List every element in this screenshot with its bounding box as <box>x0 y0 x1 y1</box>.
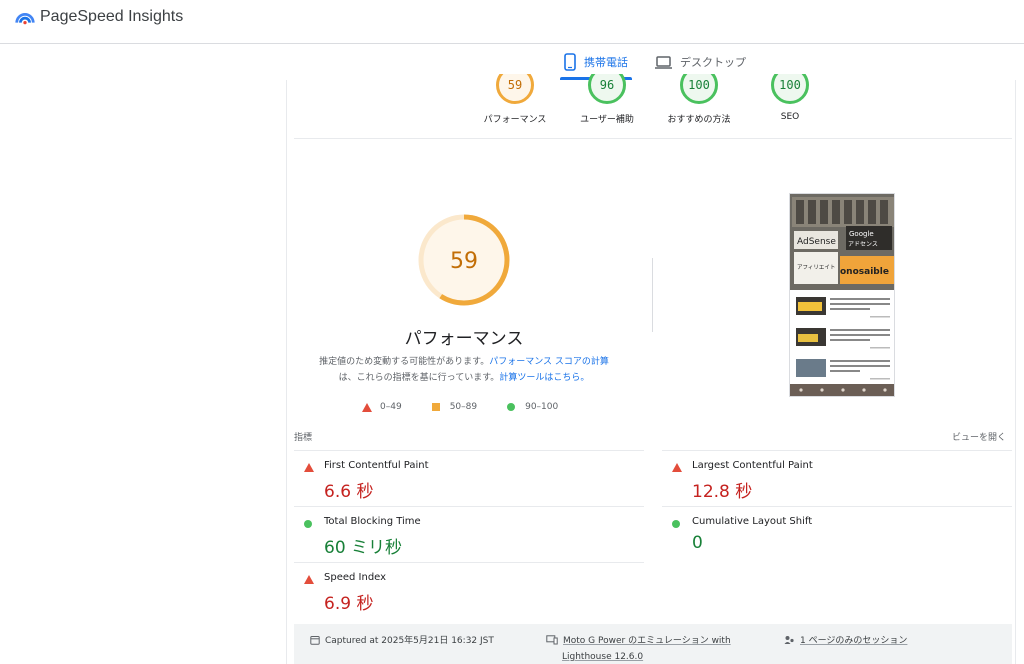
desc-text: は、これらの指標を基に行っています。 <box>338 373 500 383</box>
thumbnail-image: AdSense Google アドセンス アフィリエイト onosaible <box>790 194 894 396</box>
captured-info: Captured at 2025年5月21日 16:32 JST <box>310 633 494 646</box>
tab-mobile-label: 携帯電話 <box>584 56 628 69</box>
metric-speed-index[interactable]: Speed Index 6.9 秒 <box>294 562 644 618</box>
summary-divider <box>294 138 1012 139</box>
thumb-text: アフィリエイト <box>797 264 835 271</box>
page-screenshot-thumbnail[interactable]: AdSense Google アドセンス アフィリエイト onosaible <box>789 193 895 397</box>
metric-value: 12.8 秒 <box>692 482 753 502</box>
metric-value: 6.9 秒 <box>324 594 374 614</box>
metric-fcp[interactable]: First Contentful Paint 6.6 秒 <box>294 450 644 506</box>
circle-icon <box>507 403 516 411</box>
summary-gauge-accessibility[interactable]: 96 ユーザー補助 <box>557 74 657 125</box>
thumb-text: AdSense <box>797 237 836 247</box>
devices-icon <box>546 634 558 644</box>
metric-name: Total Blocking Time <box>324 516 421 527</box>
metric-name: Largest Contentful Paint <box>692 460 813 471</box>
metric-name: Speed Index <box>324 572 387 583</box>
summary-score: 100 <box>771 74 809 104</box>
top-bar: PageSpeed Insights <box>0 0 1024 44</box>
device-info[interactable]: Moto G Power のエミュレーション with <box>546 633 731 646</box>
captured-text: Captured at 2025年5月21日 16:32 JST <box>325 636 494 646</box>
triangle-icon <box>362 402 372 412</box>
poor-triangle-icon <box>672 463 682 472</box>
summary-score: 59 <box>496 74 534 104</box>
good-circle-icon <box>672 520 680 528</box>
lighthouse-version[interactable]: Lighthouse 12.6.0 <box>562 652 643 662</box>
thumb-text: Google <box>849 230 874 238</box>
thumb-text: アドセンス <box>848 241 878 248</box>
thumb-text: onosaible <box>840 267 889 277</box>
metric-value: 6.6 秒 <box>324 482 374 502</box>
metrics-heading: 指標 <box>294 433 313 443</box>
device-text: Moto G Power のエミュレーション with <box>563 636 731 646</box>
legend-item-poor: 0–49 <box>362 402 402 412</box>
app-title[interactable]: PageSpeed Insights <box>40 8 183 26</box>
legend-label: 50–89 <box>449 402 478 412</box>
summary-gauge-performance[interactable]: 59 パフォーマンス <box>465 74 565 125</box>
legend-item-good: 90–100 <box>507 402 558 412</box>
summary-score: 100 <box>680 74 718 104</box>
good-circle-icon <box>304 520 312 528</box>
legend-label: 0–49 <box>380 402 402 412</box>
performance-description: 推定値のため変動する可能性があります。パフォーマンス スコアの計算 は、これらの… <box>306 354 622 386</box>
poor-triangle-icon <box>304 463 314 472</box>
session-text: 1 ページのみのセッション <box>800 636 908 646</box>
poor-triangle-icon <box>304 575 314 584</box>
run-info-footer: Captured at 2025年5月21日 16:32 JST Moto G … <box>294 624 1012 664</box>
summary-label: パフォーマンス <box>483 115 547 125</box>
expand-view-toggle[interactable]: ビューを開く <box>952 430 1006 443</box>
phone-icon <box>564 53 576 71</box>
panel-border-right <box>1015 80 1016 664</box>
vertical-divider <box>652 258 653 332</box>
metric-value: 0 <box>692 533 703 553</box>
legend-label: 90–100 <box>525 402 559 412</box>
performance-gauge: 59 <box>418 214 510 306</box>
summary-label: おすすめの方法 <box>667 115 731 125</box>
summary-gauge-best-practices[interactable]: 100 おすすめの方法 <box>649 74 749 125</box>
tab-desktop-label: デスクトップ <box>680 56 746 69</box>
score-legend: 0–49 50–89 90–100 <box>362 400 588 414</box>
score-calculation-link[interactable]: パフォーマンス スコアの計算 <box>489 357 609 367</box>
summary-label: SEO <box>780 112 800 122</box>
laptop-icon <box>655 55 672 69</box>
metric-name: Cumulative Layout Shift <box>692 516 813 527</box>
performance-title: パフォーマンス <box>404 329 524 349</box>
metric-cls[interactable]: Cumulative Layout Shift 0 <box>662 506 1012 562</box>
metric-name: First Contentful Paint <box>324 460 429 471</box>
users-icon <box>784 635 794 644</box>
square-icon <box>431 403 440 411</box>
calculator-link[interactable]: 計算ツールはこちら。 <box>499 373 589 383</box>
summary-label: ユーザー補助 <box>580 115 634 125</box>
metric-lcp[interactable]: Largest Contentful Paint 12.8 秒 <box>662 450 1012 506</box>
performance-score: 59 <box>450 249 478 274</box>
metric-value: 60 ミリ秒 <box>324 538 403 558</box>
legend-item-average: 50–89 <box>431 402 478 412</box>
desc-text: 推定値のため変動する可能性があります。 <box>319 357 490 367</box>
metric-tbt[interactable]: Total Blocking Time 60 ミリ秒 <box>294 506 644 562</box>
session-info[interactable]: 1 ページのみのセッション <box>784 633 907 646</box>
pagespeed-logo-icon <box>15 13 35 25</box>
panel-border-left <box>286 80 287 664</box>
calendar-icon <box>310 635 320 645</box>
summary-score: 96 <box>588 74 626 104</box>
summary-gauge-seo[interactable]: 100 SEO <box>740 74 840 122</box>
